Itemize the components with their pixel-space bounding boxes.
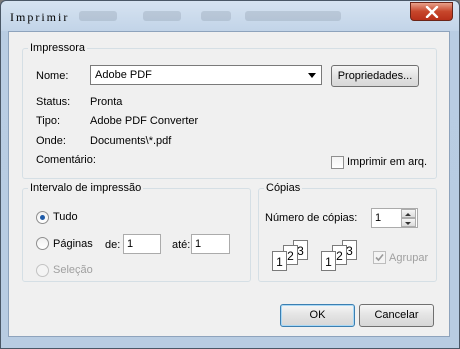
collate-page: 1: [272, 251, 287, 271]
from-label: de:: [105, 239, 121, 251]
copies-count-label: Número de cópias:: [265, 212, 358, 224]
print-to-file-checkbox[interactable]: [331, 156, 344, 169]
collate-page: 1: [321, 251, 336, 271]
print-range-legend: Intervalo de impressão: [30, 182, 142, 194]
dialog-body: Impressora Nome: Adobe PDF Propriedades.…: [8, 31, 450, 337]
status-value: Pronta: [90, 96, 123, 108]
ok-button[interactable]: OK: [280, 304, 355, 327]
from-page-input[interactable]: 1: [123, 234, 161, 254]
range-selection-label[interactable]: Seleção: [53, 264, 93, 276]
collate-checkbox[interactable]: [373, 251, 386, 264]
spin-down-button[interactable]: [401, 218, 416, 227]
radio-selected-dot: [40, 215, 45, 220]
selected-printer: Adobe PDF: [95, 69, 152, 81]
from-page-value: 1: [127, 238, 134, 250]
type-value: Adobe PDF Converter: [90, 115, 199, 127]
range-all-radio[interactable]: [36, 211, 49, 224]
copies-count-input[interactable]: 1: [371, 208, 418, 228]
background-blur: [79, 11, 117, 21]
title-bar[interactable]: Imprimir: [1, 1, 459, 31]
arrow-down-icon: [405, 222, 411, 225]
background-blur: [201, 11, 231, 21]
status-label: Status:: [36, 96, 71, 108]
background-blur: [245, 11, 341, 21]
name-label: Nome:: [36, 70, 69, 82]
print-dialog-window: Imprimir Impressora Nome: Adobe PDF Prop…: [0, 0, 460, 349]
type-label: Tipo:: [36, 115, 61, 127]
copies-count-value: 1: [375, 212, 382, 224]
printer-select[interactable]: Adobe PDF: [90, 65, 322, 85]
chevron-down-icon: [308, 73, 316, 78]
print-to-file-label[interactable]: Imprimir em arq.: [347, 156, 427, 168]
cancel-button[interactable]: Cancelar: [359, 304, 434, 327]
close-button[interactable]: [410, 2, 453, 21]
to-page-value: 1: [195, 238, 202, 250]
comment-label: Comentário:: [36, 154, 96, 166]
where-label: Onde:: [36, 135, 66, 147]
where-value: Documents\*.pdf: [90, 135, 172, 147]
spin-up-button[interactable]: [401, 209, 416, 218]
to-page-input[interactable]: 1: [191, 234, 230, 254]
window-title: Imprimir: [10, 10, 70, 24]
to-label: até:: [172, 239, 191, 251]
background-blur: [143, 11, 181, 21]
range-pages-label[interactable]: Páginas: [53, 238, 93, 250]
printer-group-legend: Impressora: [30, 42, 86, 54]
copies-group-legend: Cópias: [266, 182, 301, 194]
checkmark-icon: [375, 253, 384, 262]
arrow-up-icon: [405, 213, 411, 216]
range-all-label[interactable]: Tudo: [53, 211, 78, 223]
range-pages-radio[interactable]: [36, 237, 49, 250]
properties-button[interactable]: Propriedades...: [331, 65, 419, 87]
range-selection-radio[interactable]: [36, 264, 49, 277]
collate-label[interactable]: Agrupar: [389, 252, 428, 264]
close-icon: [425, 6, 439, 18]
